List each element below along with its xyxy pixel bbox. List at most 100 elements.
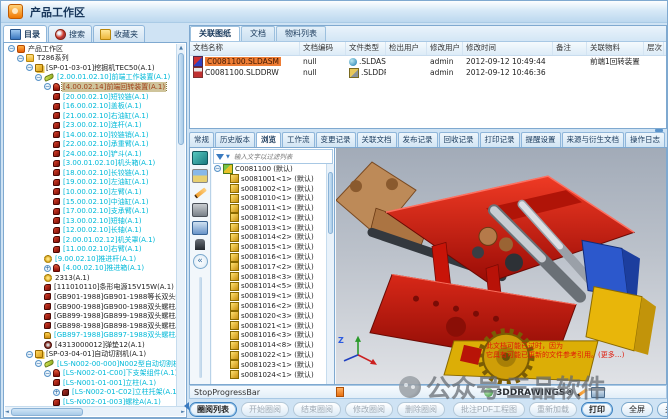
collapse-toggle-icon[interactable]: − [8, 45, 15, 52]
tree-item[interactable]: [LS-N001-01-001]立柱(A.1) [6, 378, 176, 388]
tree-item[interactable]: +[4.00.02.10]推进箱(A.1) [6, 264, 176, 274]
doc-tab-文档[interactable]: 文档 [241, 26, 275, 41]
detail-tab-历史版本[interactable]: 历史版本 [215, 132, 255, 147]
tree-item[interactable]: −T286系列 [6, 54, 176, 64]
tree-item[interactable]: −[4.00.02.14]前端回转装置(A.1) [6, 82, 176, 92]
filter-funnel-icon[interactable] [216, 154, 224, 160]
tree-item[interactable]: [GB898-1988]GB898-1988双头螺柱A型(A.1) [6, 321, 176, 331]
tree-item[interactable]: [22.00.02.10]承重臂(A.1) [6, 139, 176, 149]
tree-horizontal-scrollbar[interactable]: ◄ ► [5, 406, 185, 416]
button-关闭[interactable]: 关闭 [657, 402, 668, 417]
button-圈阅列表[interactable]: 圈阅列表 [189, 402, 237, 417]
tree-item[interactable]: [12.00.02.10]长轴(A.1) [6, 225, 176, 235]
model-list-scrollbar[interactable] [326, 164, 334, 384]
scroll-left-icon[interactable]: ◄ [5, 408, 9, 416]
model-item[interactable]: s0081012<1> (默认) [214, 213, 325, 223]
detail-tab-发布记录[interactable]: 发布记录 [398, 132, 438, 147]
tree-item[interactable]: −[SP-03-04-01]自动切割机(A.1) [6, 350, 176, 360]
collapse-toggle-icon[interactable]: − [44, 83, 51, 90]
model-item[interactable]: s0081014<8> (默认) [214, 340, 325, 350]
doc-tab-关联图纸[interactable]: 关联图纸 [190, 26, 240, 41]
tree-item[interactable]: [2.00.01.02.12]机关罩(A.1) [6, 235, 176, 245]
detail-tab-来源与衍生文档[interactable]: 来源与衍生文档 [562, 132, 625, 147]
tree-item[interactable]: −[LS-N002-01-C00]下支架组件(A.1) [6, 369, 176, 379]
column-header[interactable]: 文档名称 [190, 42, 300, 55]
model-item[interactable]: s0081022<1> (默认) [214, 350, 325, 360]
tree-item[interactable]: [17.00.02.10]支承臂(A.1) [6, 206, 176, 216]
model-item[interactable]: s0081001<1> (默认) [214, 174, 325, 184]
model-item[interactable]: s0081016<3> (默认) [214, 331, 325, 341]
left-tab-搜索[interactable]: 搜索 [48, 25, 92, 42]
column-header[interactable]: 文件类型 [346, 42, 386, 55]
tree-item[interactable]: [GB901-1988]GB901-1988等长双头螺柱(A.1) [6, 292, 176, 302]
tree-item[interactable]: [13.00.02.10]短轴(A.1) [6, 216, 176, 226]
column-header[interactable]: 层次 [644, 42, 664, 55]
detail-tab-关联文档[interactable]: 关联文档 [357, 132, 397, 147]
model-item[interactable]: s0081013<1> (默认) [214, 223, 325, 233]
model-item[interactable]: s0081018<3> (默认) [214, 272, 325, 282]
expand-toggle-icon[interactable]: + [44, 265, 51, 272]
collapse-toggle-icon[interactable]: − [35, 74, 42, 81]
tree-item[interactable]: [18.00.02.10]长铰链(A.1) [6, 168, 176, 178]
tree-item[interactable]: −[SP-01-03-01]挖掘机TEC50(A.1) [6, 63, 176, 73]
model-item[interactable]: s0081010<1> (默认) [214, 193, 325, 203]
3d-viewer[interactable]: Z 此文档可能已过时，因为 它具有可能已更新的文件参考引用。(更多…) [336, 148, 666, 384]
tree-item[interactable]: −产品工作区 [6, 44, 176, 54]
pencil-icon[interactable] [194, 187, 207, 198]
column-header[interactable]: 文档编码 [300, 42, 346, 55]
collapse-toggle-icon[interactable]: − [26, 351, 33, 358]
tree-item[interactable]: [24.00.02.10]铲斗(A.1) [6, 149, 176, 159]
button-全屏[interactable]: 全屏 [621, 402, 653, 417]
tree-item[interactable]: [19.00.02.10]左油缸(A.1) [6, 178, 176, 188]
column-header[interactable]: 修改时间 [463, 42, 553, 55]
tree-item[interactable]: [GB900-1988]GB900-1988双头螺柱A型(A.1) [6, 302, 176, 312]
model-item[interactable]: s0081014<5> (默认) [214, 282, 325, 292]
button-打印[interactable]: 打印 [581, 402, 613, 417]
collapse-toggle-icon[interactable]: − [17, 55, 24, 62]
tree-item[interactable]: [111010110]条形电源15V15W(A.1) [6, 283, 176, 293]
model-icon[interactable] [192, 151, 208, 165]
tree-item[interactable]: [9.00.02.10]推进杆(A.1) [6, 254, 176, 264]
detail-tab-回收记录[interactable]: 回收记录 [439, 132, 479, 147]
filter-input[interactable] [232, 152, 332, 162]
column-header[interactable]: 检出用户 [386, 42, 427, 55]
detail-tab-浏览[interactable]: 浏览 [256, 132, 281, 147]
doc-tab-物料列表[interactable]: 物料列表 [276, 26, 326, 41]
left-tab-收藏夹[interactable]: 收藏夹 [93, 25, 145, 42]
model-item[interactable]: s0081017<2> (默认) [214, 262, 325, 272]
tree-item[interactable]: [16.00.02.10]盖板(A.1) [6, 101, 176, 111]
detail-tab-操作日志[interactable]: 操作日志 [625, 132, 665, 147]
model-item[interactable]: s0081024<1> (默认) [214, 370, 325, 380]
print-icon[interactable] [591, 387, 605, 398]
tree-item[interactable]: −[2.00.01.02.10]前端工作装置(A.1) [6, 73, 176, 83]
expand-toggle-icon[interactable]: + [53, 389, 60, 396]
detail-tab-工作流[interactable]: 工作流 [282, 132, 315, 147]
collapse-toggle-icon[interactable]: − [214, 165, 221, 172]
tree-item[interactable]: −[LS-N002-00-000]N002型自动切割机(A.1) [6, 359, 176, 369]
scroll-up-icon[interactable]: ▲ [177, 44, 185, 52]
table-row[interactable]: C0081100.SLDASMnull.SLDASMadmin2012-09-1… [190, 56, 666, 67]
tree-item[interactable]: [GB899-1988]GB899-1988双头螺柱A型(A.1) [6, 311, 176, 321]
tree-item[interactable]: [23.00.02.10]连杆(A.1) [6, 120, 176, 130]
model-root-item[interactable]: −C0081100 (默认) [214, 164, 325, 174]
model-item[interactable]: s0081016<1> (默认) [214, 252, 325, 262]
scroll-thumb[interactable] [11, 408, 83, 416]
column-header[interactable]: 备注 [553, 42, 587, 55]
model-item[interactable]: s0081002<1> (默认) [214, 184, 325, 194]
column-header[interactable]: 修改用户 [427, 42, 463, 55]
tree-item[interactable]: +[LS-N002-01-C02]立柱托架(A.1) [6, 388, 176, 398]
detail-tab-提醒设置[interactable]: 提醒设置 [521, 132, 561, 147]
table-row[interactable]: C0081100.SLDDRWnull.SLDDRWadmin2012-09-1… [190, 67, 666, 78]
column-header[interactable]: 关联物料 [587, 42, 644, 55]
toolbar-scrollbar[interactable] [199, 277, 202, 378]
tree-item[interactable]: [10.00.02.10]左臂(A.1) [6, 187, 176, 197]
tree-item[interactable]: [14.00.02.10]铰链销(A.1) [6, 130, 176, 140]
collapse-toggle-icon[interactable]: − [26, 64, 33, 71]
tree-item[interactable]: [20.00.02.10]短铰链(A.1) [6, 92, 176, 102]
scroll-thumb[interactable] [178, 53, 184, 145]
model-item[interactable]: s0081019<1> (默认) [214, 291, 325, 301]
collapse-toggle-icon[interactable]: − [44, 370, 51, 377]
tree-item[interactable]: [GB897-1988]GB897-1988双头螺柱A型(A.1) [6, 330, 176, 340]
tree-item[interactable]: [15.00.02.10]中油缸(A.1) [6, 197, 176, 207]
filter-dropdown-icon[interactable]: ▼ [226, 154, 230, 160]
